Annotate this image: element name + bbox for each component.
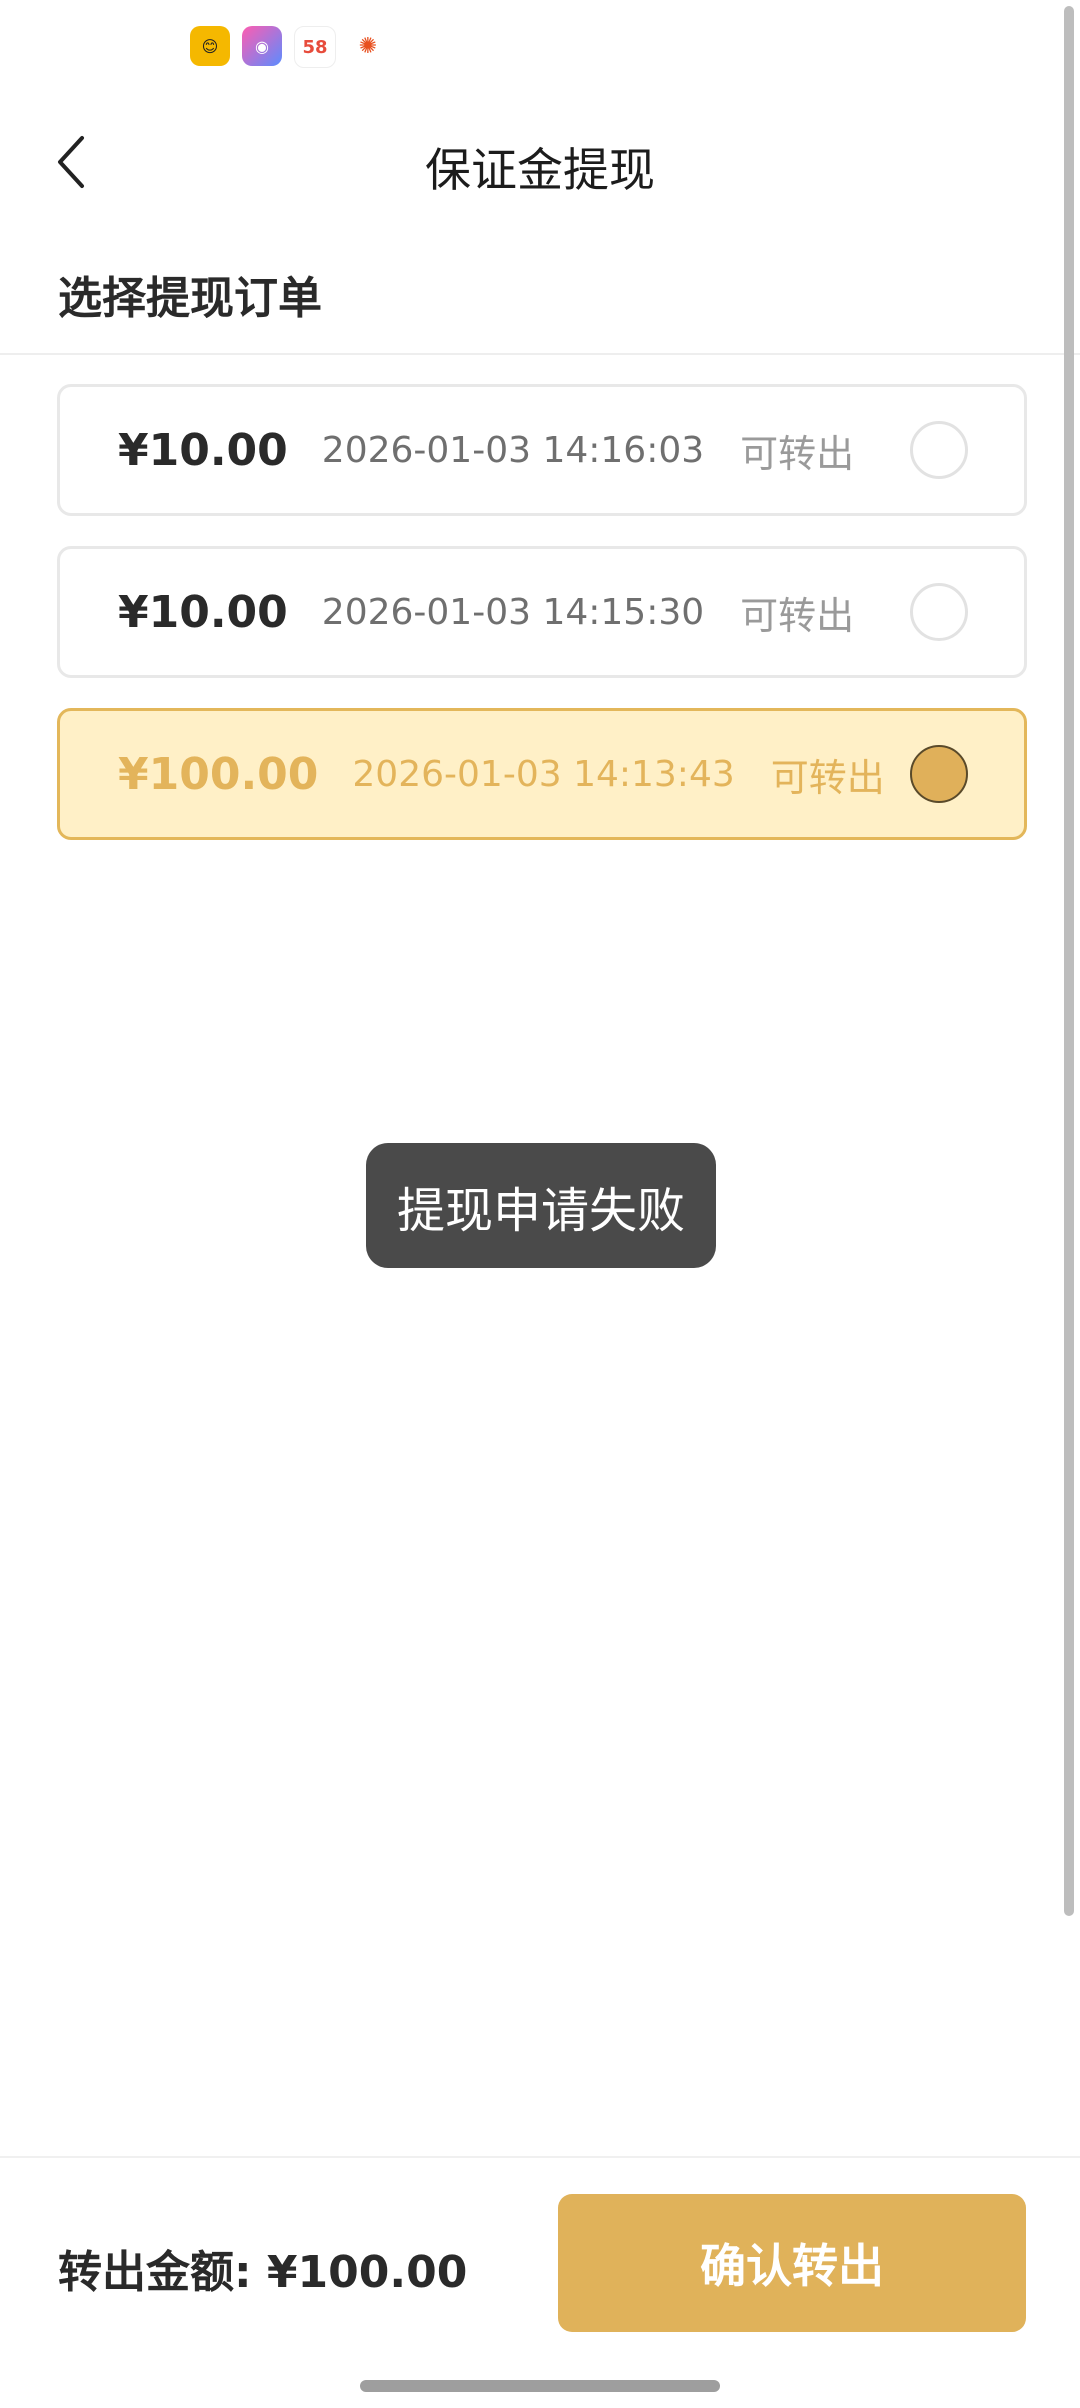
radio-button[interactable] bbox=[910, 421, 968, 479]
camera-app-icon: ◉ bbox=[242, 26, 282, 66]
order-time: 2026-01-03 14:16:03 bbox=[321, 429, 705, 471]
order-amount: ¥10.00 bbox=[118, 424, 288, 476]
order-list: ¥10.00 2026-01-03 14:16:03 可转出 ¥10.00 20… bbox=[57, 384, 1027, 870]
order-status: 可转出 bbox=[740, 431, 855, 476]
order-status: 可转出 bbox=[770, 755, 885, 800]
scrollbar[interactable] bbox=[1064, 6, 1074, 1916]
58-app-icon: 58 bbox=[294, 26, 336, 68]
status-bar-icons: 😊 ◉ 58 ✺ bbox=[190, 26, 388, 68]
toast-message: 提现申请失败 bbox=[366, 1143, 716, 1268]
yellow-app-icon: 😊 bbox=[190, 26, 230, 66]
radio-button-checked[interactable] bbox=[910, 745, 968, 803]
section-label: 选择提现订单 bbox=[58, 273, 322, 324]
home-indicator[interactable] bbox=[360, 2380, 720, 2392]
confirm-transfer-button[interactable]: 确认转出 bbox=[558, 2194, 1026, 2332]
order-time: 2026-01-03 14:13:43 bbox=[352, 753, 735, 795]
order-amount: ¥10.00 bbox=[118, 586, 288, 638]
divider bbox=[0, 353, 1080, 355]
screen: 😊 ◉ 58 ✺ 保证金提现 选择提现订单 ¥10.00 2026-01-03 … bbox=[0, 0, 1080, 2408]
transfer-amount: 转出金额: ¥100.00 bbox=[58, 2247, 468, 2298]
order-amount: ¥100.00 bbox=[118, 748, 319, 800]
header: 保证金提现 bbox=[0, 110, 1080, 220]
order-time: 2026-01-03 14:15:30 bbox=[321, 591, 705, 633]
order-status: 可转出 bbox=[740, 593, 855, 638]
bottom-bar: 转出金额: ¥100.00 确认转出 bbox=[0, 2156, 1080, 2332]
radio-button[interactable] bbox=[910, 583, 968, 641]
orange-app-icon: ✺ bbox=[348, 26, 388, 66]
order-card-3[interactable]: ¥100.00 2026-01-03 14:13:43 可转出 bbox=[57, 708, 1027, 840]
order-card-1[interactable]: ¥10.00 2026-01-03 14:16:03 可转出 bbox=[57, 384, 1027, 516]
order-card-2[interactable]: ¥10.00 2026-01-03 14:15:30 可转出 bbox=[57, 546, 1027, 678]
page-title: 保证金提现 bbox=[425, 143, 655, 197]
